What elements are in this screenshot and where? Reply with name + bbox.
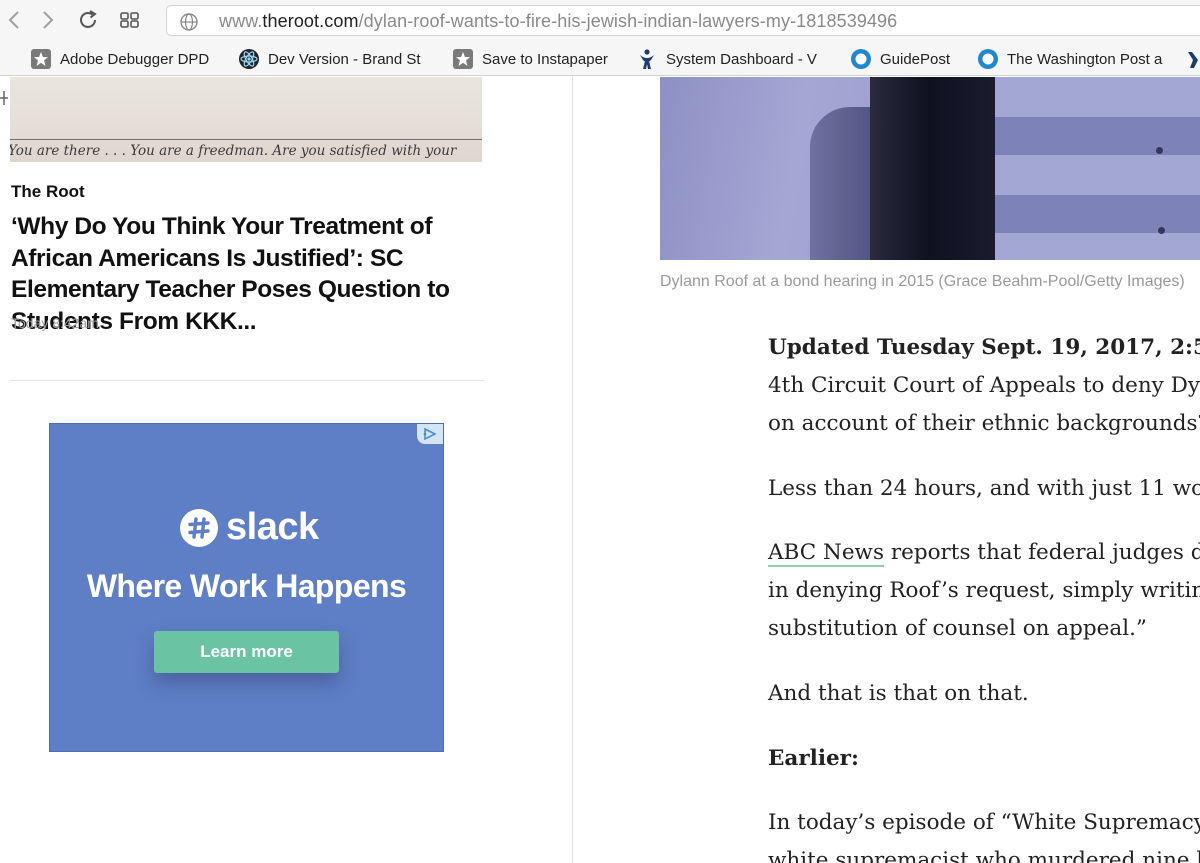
globe-icon	[180, 13, 198, 31]
paragraph-line: 4th Circuit Court of Appeals to deny Dyl…	[768, 373, 1200, 398]
paragraph-line: in denying Roof’s request, simply writin…	[768, 578, 1200, 603]
bookmark-system-dashboard[interactable]: System Dashboard - V	[636, 48, 824, 70]
tab-overview-button[interactable]	[116, 6, 144, 34]
chevron-right-icon	[43, 11, 54, 29]
back-button[interactable]	[0, 6, 28, 34]
page-content: You are there . . . You are a freedman. …	[0, 77, 1200, 863]
column-divider	[572, 77, 573, 863]
browser-toolbar: www.theroot.com/dylan-roof-wants-to-fire…	[0, 0, 1200, 40]
circle-o-icon	[977, 48, 999, 70]
reload-icon	[80, 10, 97, 28]
ad-tagline: Where Work Happens	[86, 568, 407, 604]
paragraph-line: white supremacist who murdered nine bla	[768, 848, 1200, 863]
bookmarks-bar: Adobe Debugger DPD Dev Version - Brand S…	[0, 40, 1200, 105]
update-heading: Updated Tuesday Sept. 19, 2017, 2:51 p.m…	[768, 335, 1200, 360]
paragraph-line: Less than 24 hours, and with just 11 wor…	[768, 476, 1200, 501]
thumbnail-handwriting: You are there . . . You are a freedman. …	[10, 143, 457, 159]
bookmark-overflow[interactable]	[1186, 48, 1200, 70]
grid-icon	[120, 12, 139, 28]
url-text: www.theroot.com/dylan-roof-wants-to-fire…	[219, 11, 898, 31]
star-bookmark-icon	[452, 48, 474, 70]
bookmark-instapaper[interactable]: Save to Instapaper	[452, 48, 622, 70]
article-photo	[660, 77, 1200, 260]
reload-button[interactable]	[74, 6, 102, 34]
chevron-left-icon	[8, 11, 19, 29]
paragraph-line: substitution of counsel on appeal.”	[768, 616, 1147, 641]
story-source[interactable]: The Root	[11, 182, 85, 202]
forward-button[interactable]	[34, 6, 62, 34]
bookmark-guidepost[interactable]: GuidePost	[850, 48, 960, 70]
star-bookmark-icon	[30, 48, 52, 70]
story-thumbnail[interactable]: You are there . . . You are a freedman. …	[10, 77, 482, 162]
slack-ad[interactable]: slack Where Work Happens Learn more	[49, 423, 444, 752]
photo-caption: Dylann Roof at a bond hearing in 2015 (G…	[660, 273, 1185, 290]
learn-more-button[interactable]: Learn more	[154, 631, 339, 673]
paragraph-line: ABC News reports that federal judges did…	[768, 540, 1200, 567]
thumbnail-rule	[10, 139, 482, 140]
paragraph-line: And that is that on that.	[768, 681, 1029, 706]
slack-logo: slack	[180, 506, 319, 549]
react-atom-icon	[238, 48, 260, 70]
abc-news-link[interactable]: ABC News	[768, 540, 884, 567]
adchoices-icon[interactable]	[417, 424, 443, 444]
bookmark-dev-version[interactable]: Dev Version - Brand St	[238, 48, 426, 70]
jira-icon	[636, 48, 658, 70]
jira-icon	[1188, 52, 1198, 68]
paragraph-line: on account of their ethnic backgrounds?	[768, 411, 1200, 436]
bookmark-adobe-debugger[interactable]: Adobe Debugger DPD	[30, 48, 220, 70]
bookmark-washington-post[interactable]: The Washington Post a	[977, 48, 1167, 70]
story-time: Today 8:42am	[11, 315, 99, 331]
slack-hash-icon	[180, 508, 218, 547]
earlier-heading: Earlier:	[768, 746, 859, 771]
paragraph-line: In today’s episode of “White Supremacy K	[768, 810, 1200, 835]
sidebar-divider	[10, 380, 484, 381]
circle-o-icon	[850, 48, 872, 70]
address-bar[interactable]: www.theroot.com/dylan-roof-wants-to-fire…	[166, 5, 1200, 36]
